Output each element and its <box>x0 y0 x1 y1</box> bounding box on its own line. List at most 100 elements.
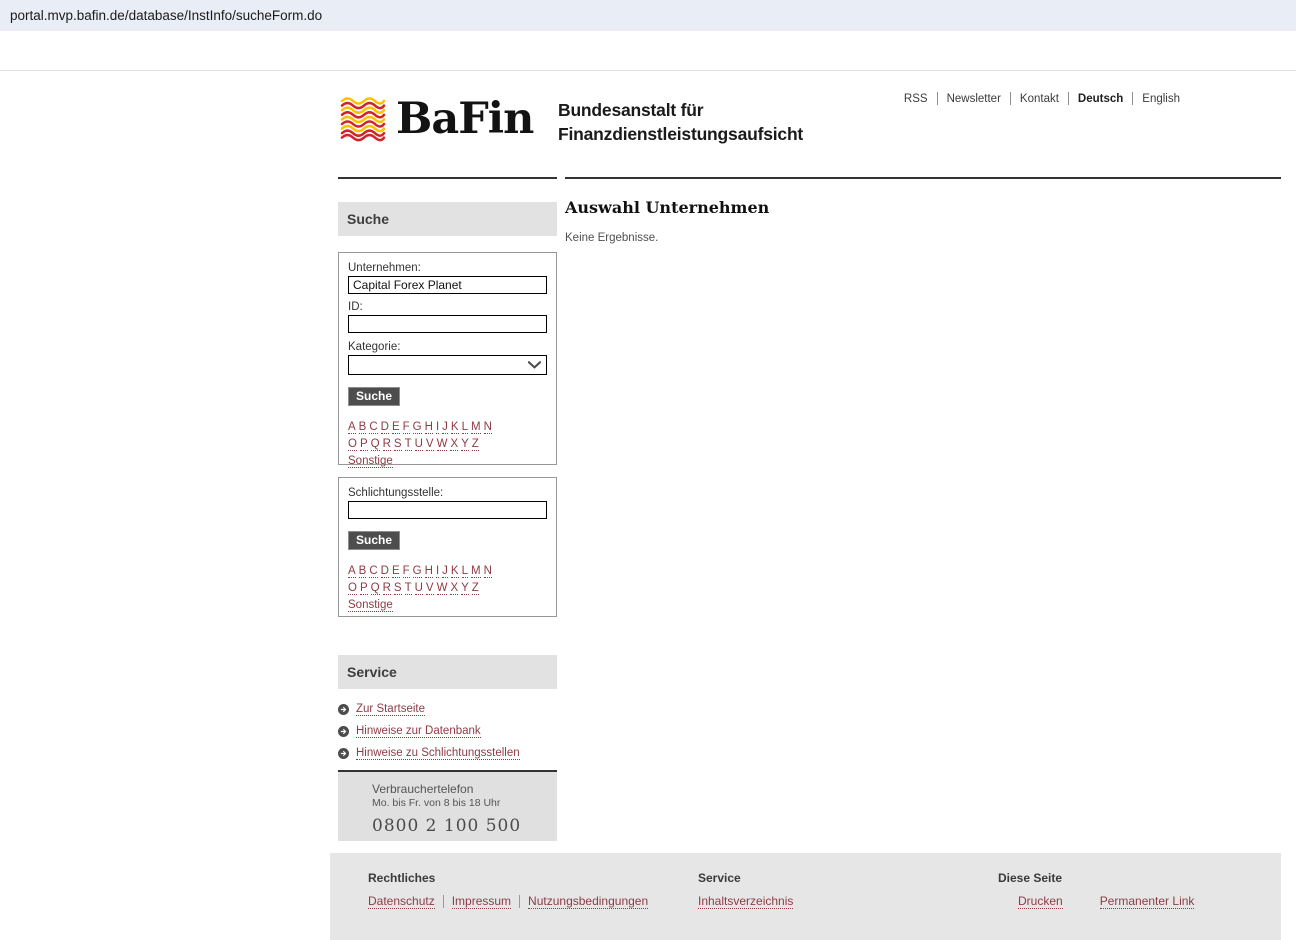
footer-link-permanenter-link[interactable]: Permanenter Link <box>1099 894 1195 909</box>
letter-link[interactable]: H <box>424 565 433 578</box>
bafin-waves-icon <box>340 97 386 142</box>
letter-link[interactable]: I <box>435 565 440 578</box>
alphabet-row-2: OPQRSTUVWXYZ <box>348 579 547 596</box>
letter-link[interactable]: D <box>380 421 389 434</box>
logo-wordmark: BaFin <box>396 94 534 144</box>
letter-link[interactable]: F <box>402 421 410 434</box>
footer-col-rechtliches: Rechtliches Datenschutz Impressum Nutzun… <box>368 871 649 909</box>
service-link-row: Hinweise zu Schlichtungsstellen <box>338 742 557 764</box>
unternehmen-input[interactable] <box>348 276 547 294</box>
phone-number: 0800 2 100 500 <box>372 816 522 836</box>
sidebar-search-header: Suche <box>338 202 557 236</box>
letter-link[interactable]: N <box>483 565 492 578</box>
arrow-circle-icon <box>338 703 349 715</box>
letter-link[interactable]: U <box>414 438 423 451</box>
service-link-row: Hinweise zur Datenbank <box>338 720 557 742</box>
letter-link[interactable]: R <box>382 438 391 451</box>
footer-link-nutzungsbedingungen[interactable]: Nutzungsbedingungen <box>528 894 649 909</box>
letter-link[interactable]: E <box>391 565 400 578</box>
nav-deutsch[interactable]: Deutsch <box>1078 93 1123 105</box>
org-name: Bundesanstalt für Finanzdienstleistungsa… <box>558 98 803 146</box>
letter-link[interactable]: F <box>402 565 410 578</box>
empty-results-message: Keine Ergebnisse. <box>565 232 659 244</box>
letter-link[interactable]: G <box>412 421 422 434</box>
letter-link[interactable]: W <box>436 582 448 595</box>
company-search-button[interactable]: Suche <box>348 387 401 406</box>
letter-link[interactable]: P <box>359 438 368 451</box>
alphabet-row-1: ABCDEFGHIJKLMN <box>348 418 547 435</box>
phone-box: Verbrauchertelefon Mo. bis Fr. von 8 bis… <box>338 772 557 841</box>
letter-link[interactable]: J <box>442 565 448 578</box>
letter-link[interactable]: G <box>412 565 422 578</box>
service-link[interactable]: Hinweise zur Datenbank <box>356 725 481 738</box>
letter-link[interactable]: U <box>414 582 423 595</box>
letter-link[interactable]: R <box>382 582 391 595</box>
letter-link[interactable]: Y <box>461 438 469 451</box>
kategorie-select[interactable] <box>348 355 547 375</box>
nav-newsletter[interactable]: Newsletter <box>947 93 1001 105</box>
footer-link-impressum[interactable]: Impressum <box>451 894 512 909</box>
letter-link[interactable]: C <box>369 421 378 434</box>
letter-link[interactable]: E <box>391 421 400 434</box>
nav-rss[interactable]: RSS <box>904 93 928 105</box>
alphabet-row-2: OPQRSTUVWXYZ <box>348 435 547 452</box>
letter-link[interactable]: X <box>450 438 459 451</box>
letter-link[interactable]: N <box>483 421 492 434</box>
service-link[interactable]: Zur Startseite <box>356 703 426 716</box>
schlichtungsstelle-label: Schlichtungsstelle: <box>348 487 444 499</box>
sidebar-top-rule <box>338 177 557 179</box>
letter-link[interactable]: O <box>348 438 357 451</box>
letter-link[interactable]: O <box>348 582 357 595</box>
letter-link[interactable]: B <box>358 565 367 578</box>
letter-link[interactable]: K <box>450 565 459 578</box>
sidebar-search-header-label: Suche <box>347 211 390 227</box>
letter-link[interactable]: J <box>442 421 448 434</box>
letter-link[interactable]: H <box>424 421 433 434</box>
letter-link[interactable]: T <box>404 438 412 451</box>
letter-link[interactable]: V <box>425 438 434 451</box>
arbitration-search-button[interactable]: Suche <box>348 531 401 550</box>
alphabet-row-1: ABCDEFGHIJKLMN <box>348 562 547 579</box>
letter-link[interactable]: Q <box>370 438 380 451</box>
letter-link[interactable]: A <box>348 421 356 434</box>
letter-link[interactable]: P <box>359 582 368 595</box>
nav-english[interactable]: English <box>1142 93 1180 105</box>
footer-link-drucken[interactable]: Drucken <box>1018 894 1063 909</box>
letter-link[interactable]: K <box>450 421 459 434</box>
letter-link[interactable]: I <box>435 421 440 434</box>
footer: Rechtliches Datenschutz Impressum Nutzun… <box>330 853 1281 940</box>
letter-link[interactable]: W <box>436 438 448 451</box>
sonstige-link[interactable]: Sonstige <box>348 599 393 612</box>
letter-link[interactable]: V <box>425 582 434 595</box>
letter-link[interactable]: S <box>393 438 402 451</box>
letter-link[interactable]: X <box>450 582 459 595</box>
service-link[interactable]: Hinweise zu Schlichtungsstellen <box>356 747 520 760</box>
letter-link[interactable]: D <box>380 565 389 578</box>
footer-col-diese-seite: Diese Seite Drucken Permanenter Link <box>998 871 1195 909</box>
letter-link[interactable]: Q <box>370 582 380 595</box>
service-links: Zur Startseite Hinweise zur Datenbank Hinw… <box>338 698 557 764</box>
letter-link[interactable]: Y <box>461 582 469 595</box>
schlichtungsstelle-input[interactable] <box>348 501 547 519</box>
id-input[interactable] <box>348 315 547 333</box>
letter-link[interactable]: S <box>393 582 402 595</box>
letter-link[interactable]: M <box>470 421 481 434</box>
footer-separator <box>519 895 521 908</box>
letter-link[interactable]: T <box>404 582 412 595</box>
footer-link-datenschutz[interactable]: Datenschutz <box>368 894 435 909</box>
letter-link[interactable]: A <box>348 565 356 578</box>
letter-link[interactable]: C <box>369 565 378 578</box>
letter-link[interactable]: L <box>461 421 468 434</box>
letter-link[interactable]: M <box>470 565 481 578</box>
letter-link[interactable]: B <box>358 421 367 434</box>
letter-link[interactable]: L <box>461 565 468 578</box>
letter-link[interactable]: Z <box>471 438 479 451</box>
letter-link[interactable]: Z <box>471 582 479 595</box>
sidebar-service-header: Service <box>338 655 557 689</box>
arrow-circle-icon <box>338 747 349 759</box>
footer-link-inhaltsverzeichnis[interactable]: Inhaltsverzeichnis <box>698 894 794 909</box>
sonstige-link[interactable]: Sonstige <box>348 455 393 468</box>
nav-kontakt[interactable]: Kontakt <box>1020 93 1059 105</box>
bafin-logo[interactable]: BaFin <box>340 94 534 144</box>
browser-url-bar[interactable]: portal.mvp.bafin.de/database/InstInfo/su… <box>0 0 1296 31</box>
